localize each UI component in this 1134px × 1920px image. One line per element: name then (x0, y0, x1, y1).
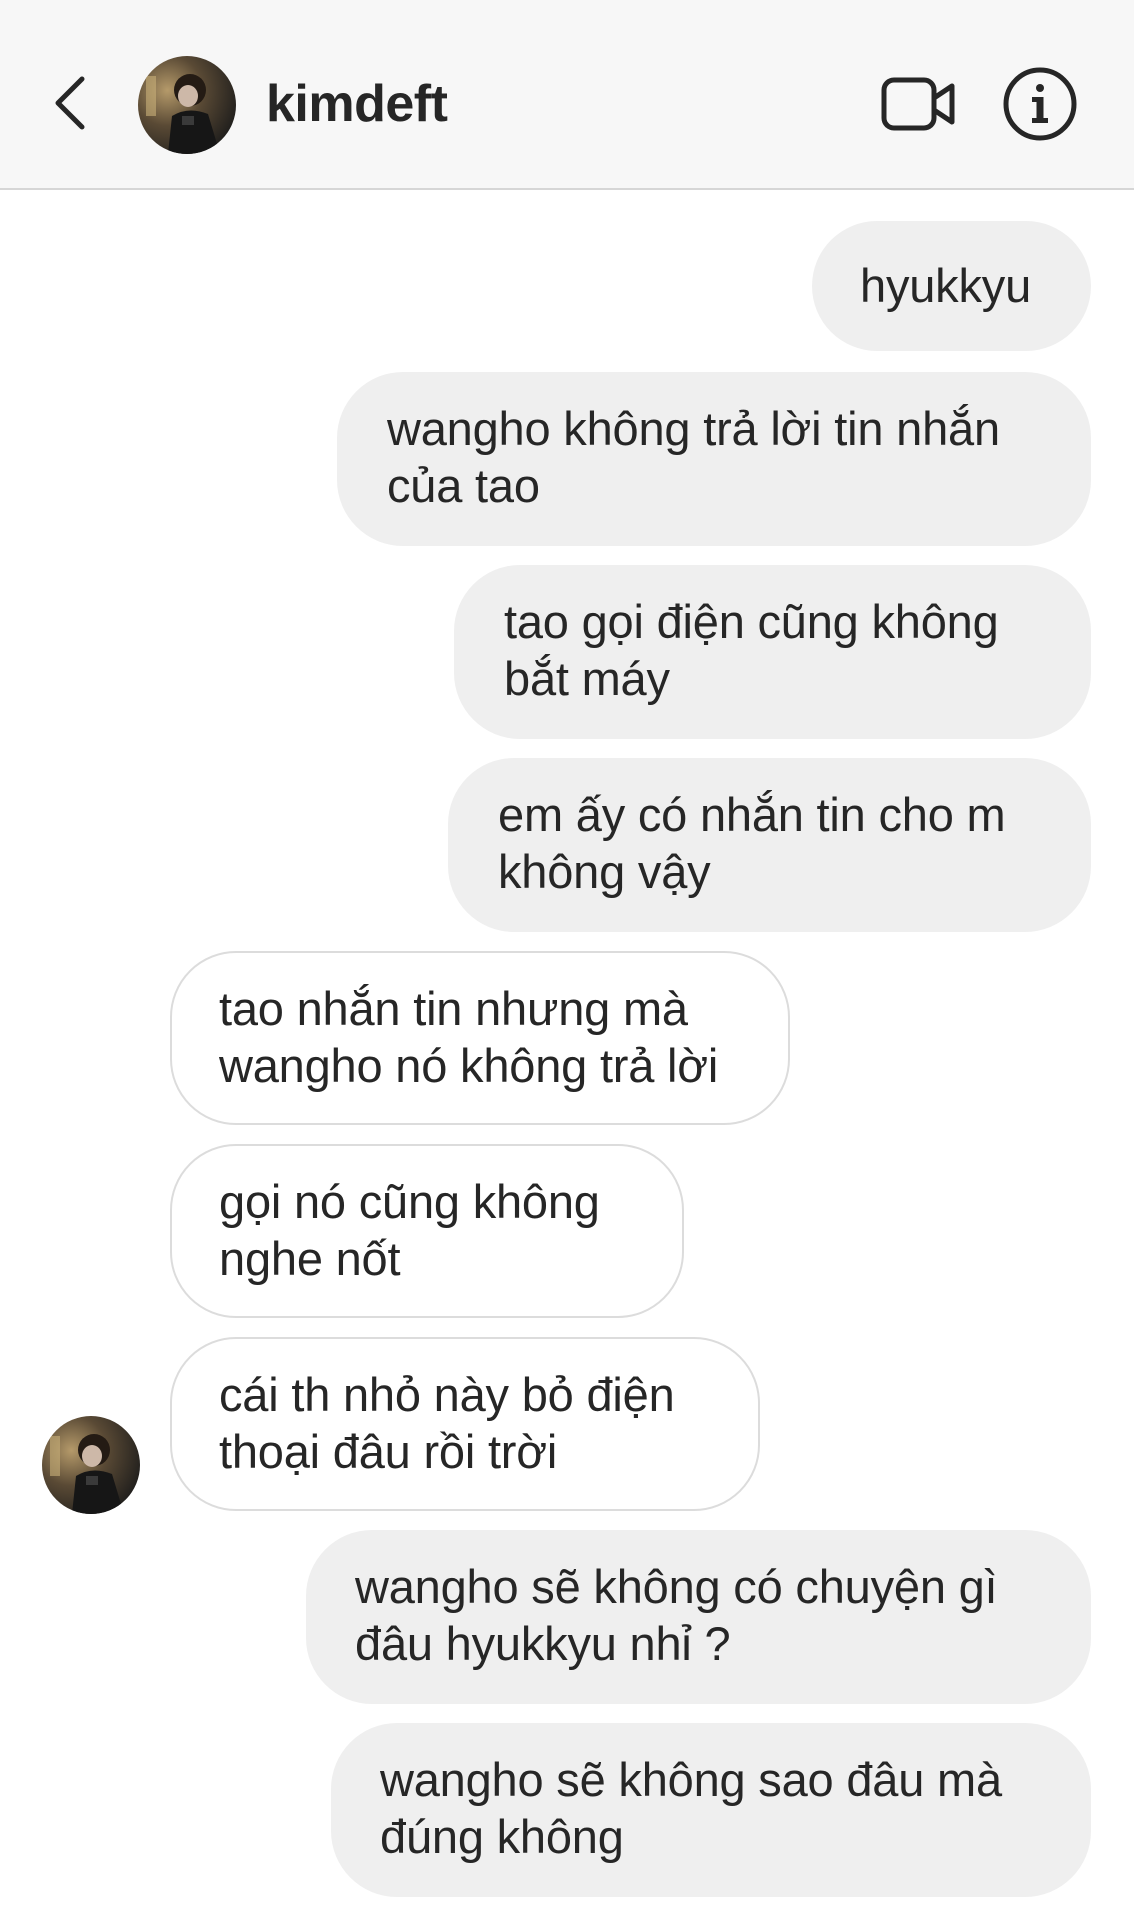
chat-header: kimdeft (0, 0, 1134, 190)
username[interactable]: kimdeft (266, 72, 448, 136)
video-camera-icon (881, 77, 955, 131)
message-bubble-incoming[interactable]: cái th nhỏ này bỏ điện thoại đâu rồi trờ… (170, 1337, 760, 1511)
message-text: wangho sẽ không có chuyện gì đâu hyukkyu… (355, 1560, 998, 1670)
message-text: cái th nhỏ này bỏ điện thoại đâu rồi trờ… (219, 1368, 675, 1478)
message-text: em ấy có nhắn tin cho m không vậy (498, 788, 1006, 898)
message-bubble-incoming[interactable]: tao nhắn tin nhưng mà wangho nó không tr… (170, 951, 790, 1125)
avatar[interactable] (138, 56, 236, 154)
message-bubble-outgoing[interactable]: wangho sẽ không có chuyện gì đâu hyukkyu… (306, 1530, 1091, 1704)
message-text: gọi nó cũng không nghe nốt (219, 1175, 600, 1285)
message-text: wangho sẽ không sao đâu mà đúng không (380, 1753, 1002, 1863)
message-bubble-outgoing[interactable]: hyukkyu (812, 221, 1091, 351)
message-text: wangho không trả lời tin nhắn của tao (387, 402, 1000, 512)
sender-avatar[interactable] (42, 1416, 140, 1514)
message-text: tao gọi điện cũng không bắt máy (504, 595, 999, 705)
message-bubble-outgoing[interactable]: tao gọi điện cũng không bắt máy (454, 565, 1091, 739)
message-bubble-outgoing[interactable]: wangho sẽ không sao đâu mà đúng không (331, 1723, 1091, 1897)
back-button[interactable] (40, 68, 100, 138)
message-text: hyukkyu (860, 259, 1032, 312)
message-text: tao nhắn tin nhưng mà wangho nó không tr… (219, 982, 719, 1092)
info-circle-icon (1003, 67, 1077, 141)
message-bubble-incoming[interactable]: gọi nó cũng không nghe nốt (170, 1144, 684, 1318)
video-call-button[interactable] (880, 72, 958, 136)
chevron-left-icon (55, 76, 85, 130)
message-bubble-outgoing[interactable]: em ấy có nhắn tin cho m không vậy (448, 758, 1091, 932)
message-bubble-outgoing[interactable]: wangho không trả lời tin nhắn của tao (337, 372, 1091, 546)
info-button[interactable] (1002, 66, 1078, 142)
